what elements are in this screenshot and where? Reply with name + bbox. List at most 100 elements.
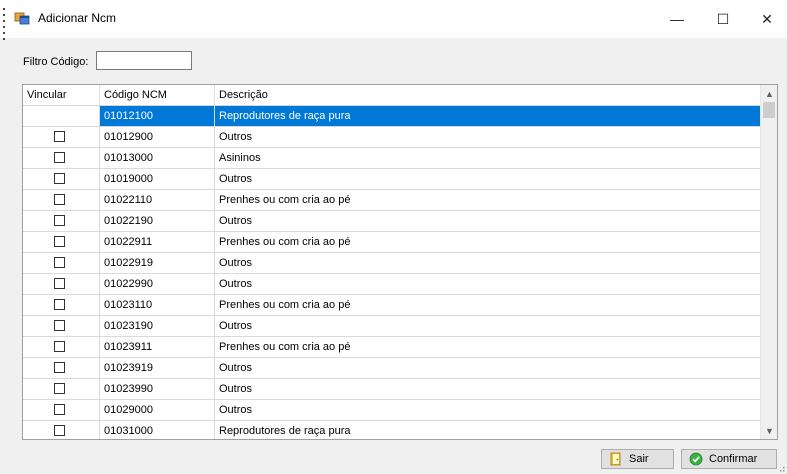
vincular-checkbox[interactable] <box>54 215 65 226</box>
column-header-codigo-ncm[interactable]: Código NCM <box>100 85 215 105</box>
scroll-down-icon[interactable]: ▼ <box>761 422 777 439</box>
vincular-cell <box>23 337 100 357</box>
vincular-cell <box>23 211 100 231</box>
description-cell: Prenhes ou com cria ao pé <box>219 236 351 248</box>
description-cell: Prenhes ou com cria ao pé <box>219 299 351 311</box>
grid-header: Vincular Código NCM Descrição <box>23 85 760 106</box>
ncm-code-cell: 01023110 <box>100 295 215 315</box>
vincular-checkbox[interactable] <box>54 341 65 352</box>
exit-button-label: Sair <box>629 453 649 465</box>
table-row[interactable]: 01022911 Prenhes ou com cria ao pé <box>23 232 760 253</box>
ncm-code-cell: 01022911 <box>100 232 215 252</box>
vincular-cell <box>23 253 100 273</box>
vincular-checkbox[interactable] <box>54 299 65 310</box>
scroll-up-icon[interactable]: ▲ <box>761 85 777 102</box>
close-button[interactable]: ✕ <box>744 0 787 38</box>
column-header-descricao[interactable]: Descrição <box>215 85 760 105</box>
vincular-cell <box>23 421 100 439</box>
description-cell: Outros <box>219 383 253 395</box>
vincular-checkbox[interactable] <box>54 194 65 205</box>
confirm-button[interactable]: Confirmar <box>681 449 777 469</box>
ncm-code-cell: 01023990 <box>100 379 215 399</box>
table-row[interactable]: 01029000 Outros <box>23 400 760 421</box>
maximize-button[interactable]: ☐ <box>700 0 746 38</box>
ncm-code-cell: 01022919 <box>100 253 215 273</box>
table-row[interactable]: 01013000 Asininos <box>23 148 760 169</box>
table-row[interactable]: 01023190 Outros <box>23 316 760 337</box>
vincular-checkbox[interactable] <box>54 236 65 247</box>
table-row[interactable]: 01023911 Prenhes ou com cria ao pé <box>23 337 760 358</box>
vincular-checkbox[interactable] <box>54 110 65 121</box>
resize-dots <box>2 8 6 68</box>
vincular-cell <box>23 316 100 336</box>
vertical-scrollbar[interactable]: ▲ ▼ <box>760 85 777 439</box>
vincular-cell <box>23 400 100 420</box>
exit-button[interactable]: Sair <box>601 449 674 469</box>
table-row[interactable]: 01022110 Prenhes ou com cria ao pé <box>23 190 760 211</box>
table-row[interactable]: 01022919 Outros <box>23 253 760 274</box>
vincular-cell <box>23 148 100 168</box>
confirm-button-label: Confirmar <box>709 453 758 465</box>
vincular-cell <box>23 190 100 210</box>
ncm-code-cell: 01013000 <box>100 148 215 168</box>
vincular-cell <box>23 295 100 315</box>
vincular-cell <box>23 169 100 189</box>
vincular-checkbox[interactable] <box>54 425 65 436</box>
ncm-code-cell: 01031000 <box>100 421 215 439</box>
table-row[interactable]: 01031000 Reprodutores de raça pura <box>23 421 760 439</box>
check-circle-icon <box>689 452 703 466</box>
vincular-checkbox[interactable] <box>54 131 65 142</box>
ncm-code-cell: 01023911 <box>100 337 215 357</box>
table-row[interactable]: 01023990 Outros <box>23 379 760 400</box>
table-row[interactable]: 01023919 Outros <box>23 358 760 379</box>
description-cell: Outros <box>219 131 253 143</box>
vincular-checkbox[interactable] <box>54 320 65 331</box>
description-cell: Reprodutores de raça pura <box>219 425 351 437</box>
description-cell: Asininos <box>219 152 261 164</box>
description-cell: Reprodutores de raça pura <box>215 106 760 126</box>
resize-grip-icon[interactable] <box>777 464 785 472</box>
ncm-code-cell: 01022990 <box>100 274 215 294</box>
vincular-cell <box>23 106 100 126</box>
description-cell: Prenhes ou com cria ao pé <box>219 341 351 353</box>
ncm-code-cell: 01023190 <box>100 316 215 336</box>
vincular-cell <box>23 379 100 399</box>
minimize-button[interactable]: — <box>654 0 700 38</box>
scroll-thumb[interactable] <box>763 102 775 118</box>
exit-door-icon <box>610 452 621 466</box>
table-row[interactable]: 01022190 Outros <box>23 211 760 232</box>
description-cell: Outros <box>219 404 253 416</box>
vincular-checkbox[interactable] <box>54 173 65 184</box>
ncm-code-cell: 01023919 <box>100 358 215 378</box>
description-cell: Outros <box>219 278 253 290</box>
ncm-code-cell: 01022190 <box>100 211 215 231</box>
ncm-code-cell: 01012100 <box>100 106 215 126</box>
table-row[interactable]: 01023110 Prenhes ou com cria ao pé <box>23 295 760 316</box>
vincular-checkbox[interactable] <box>54 152 65 163</box>
vincular-checkbox[interactable] <box>54 278 65 289</box>
vincular-cell <box>23 232 100 252</box>
ncm-grid[interactable]: Vincular Código NCM Descrição 01012100 Re… <box>22 84 778 440</box>
description-cell: Prenhes ou com cria ao pé <box>219 194 351 206</box>
app-window-icon <box>14 12 30 25</box>
table-row[interactable]: 01012100 Reprodutores de raça pura <box>23 106 760 127</box>
description-cell: Outros <box>219 320 253 332</box>
vincular-cell <box>23 127 100 147</box>
table-row[interactable]: 01022990 Outros <box>23 274 760 295</box>
filter-code-input[interactable] <box>96 51 192 70</box>
vincular-checkbox[interactable] <box>54 383 65 394</box>
description-cell: Outros <box>219 173 253 185</box>
description-cell: Outros <box>219 362 253 374</box>
ncm-code-cell: 01012900 <box>100 127 215 147</box>
vincular-checkbox[interactable] <box>54 404 65 415</box>
window-title: Adicionar Ncm <box>38 11 117 25</box>
filter-code-label: Filtro Código: <box>23 56 89 68</box>
table-row[interactable]: 01012900 Outros <box>23 127 760 148</box>
vincular-checkbox[interactable] <box>54 257 65 268</box>
column-header-vincular[interactable]: Vincular <box>23 85 100 105</box>
ncm-code-cell: 01022110 <box>100 190 215 210</box>
table-row[interactable]: 01019000 Outros <box>23 169 760 190</box>
vincular-cell <box>23 274 100 294</box>
ncm-code-cell: 01029000 <box>100 400 215 420</box>
vincular-checkbox[interactable] <box>54 362 65 373</box>
